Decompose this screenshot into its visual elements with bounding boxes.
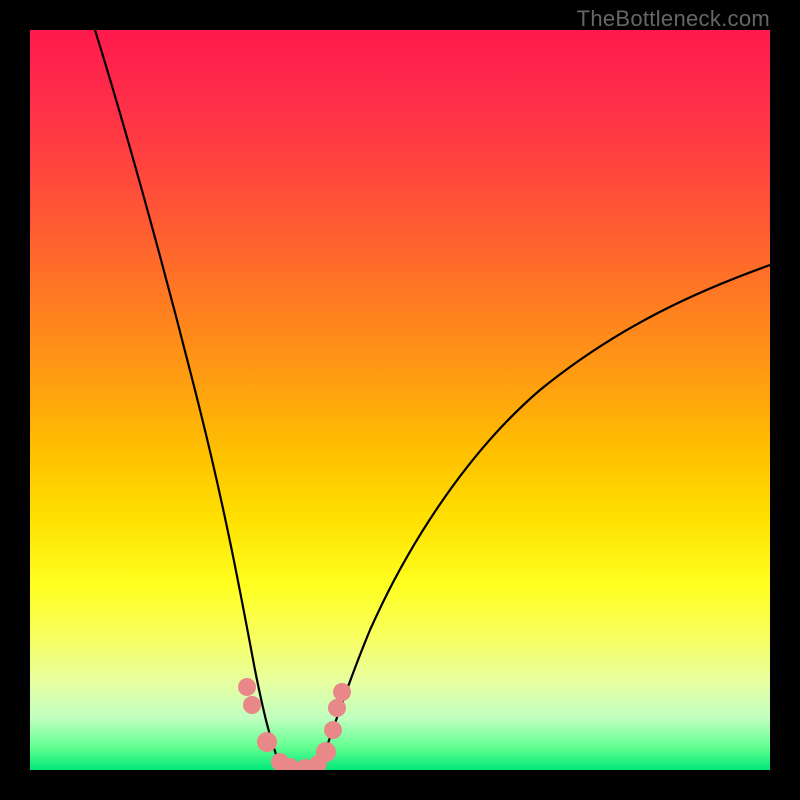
curve-svg <box>30 30 770 770</box>
chart-container: TheBottleneck.com <box>0 0 800 800</box>
right-curve <box>320 265 770 765</box>
marker-dot <box>333 683 351 701</box>
marker-dot <box>257 732 277 752</box>
watermark-text: TheBottleneck.com <box>577 6 770 32</box>
marker-dot <box>238 678 256 696</box>
plot-area <box>30 30 770 770</box>
left-curve <box>95 30 280 765</box>
marker-dot <box>316 742 336 762</box>
marker-dot <box>328 699 346 717</box>
marker-dot <box>324 721 342 739</box>
marker-group <box>238 678 351 770</box>
marker-dot <box>243 696 261 714</box>
